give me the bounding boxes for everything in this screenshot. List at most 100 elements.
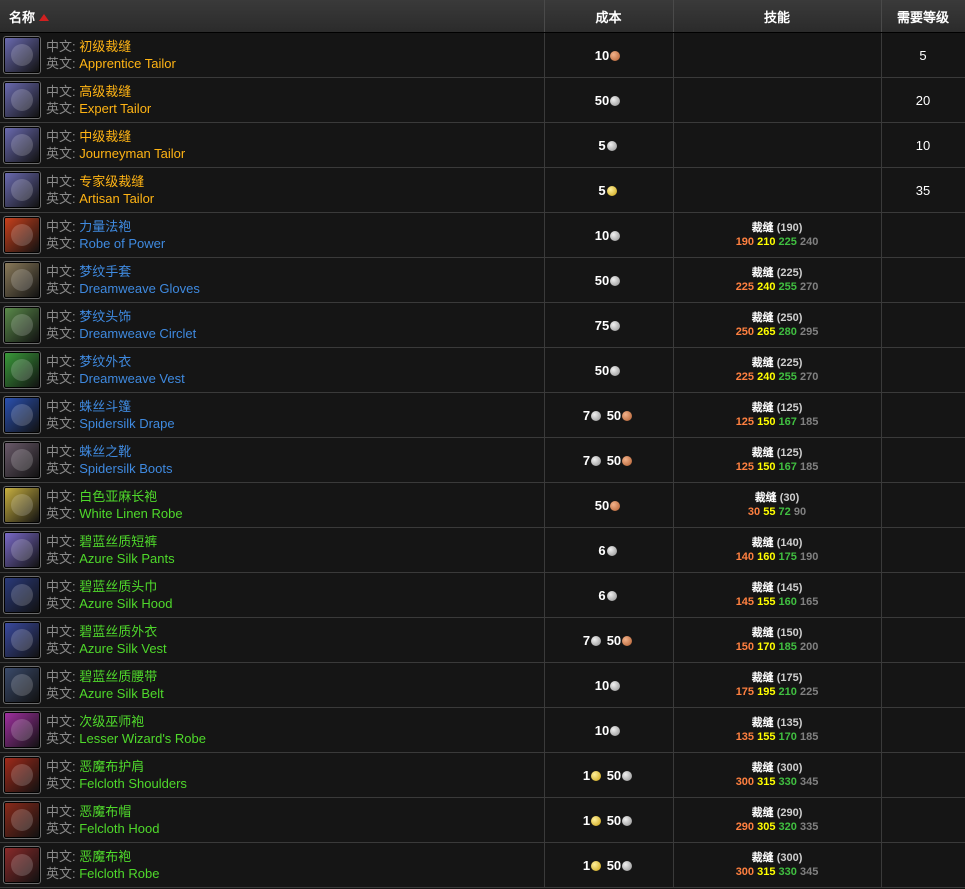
- table-row[interactable]: 中文: 碧蓝丝质短裤 英文: Azure Silk Pants 6 裁缝 (140) 1…: [0, 527, 965, 573]
- robe-icon[interactable]: [3, 711, 41, 749]
- skill-name[interactable]: 裁缝: [752, 672, 774, 684]
- item-name-cn[interactable]: 力量法袍: [79, 219, 131, 234]
- item-name-cn[interactable]: 蛛丝之靴: [79, 444, 131, 459]
- column-header-level[interactable]: 需要等级: [881, 0, 965, 33]
- skill-name[interactable]: 裁缝: [752, 312, 774, 324]
- hood-icon[interactable]: [3, 801, 41, 839]
- circlet-icon[interactable]: [3, 306, 41, 344]
- boots-icon[interactable]: [3, 441, 41, 479]
- table-row[interactable]: 中文: 中级裁缝 英文: Journeyman Tailor 5 10: [0, 122, 965, 168]
- belt-icon[interactable]: [3, 666, 41, 704]
- item-name-en[interactable]: Lesser Wizard's Robe: [79, 731, 206, 746]
- skill-name[interactable]: 裁缝: [752, 447, 774, 459]
- column-header-skill[interactable]: 技能: [673, 0, 882, 33]
- shoulders-icon[interactable]: [3, 756, 41, 794]
- gloves-icon[interactable]: [3, 261, 41, 299]
- item-name-cn[interactable]: 碧蓝丝质短裤: [79, 534, 157, 549]
- item-name-en[interactable]: Dreamweave Vest: [79, 371, 185, 386]
- table-row[interactable]: 中文: 梦纹外衣 英文: Dreamweave Vest 50 裁缝 (225) 225…: [0, 347, 965, 393]
- name-cell-content: 中文: 碧蓝丝质头巾 英文: Azure Silk Hood: [0, 576, 544, 614]
- skill-name[interactable]: 裁缝: [752, 357, 774, 369]
- table-row[interactable]: 中文: 蛛丝斗篷 英文: Spidersilk Drape 7 50 裁缝 (125)…: [0, 392, 965, 438]
- table-row[interactable]: 中文: 初级裁缝 英文: Apprentice Tailor 10 5: [0, 32, 965, 78]
- item-name-en[interactable]: Spidersilk Drape: [79, 416, 174, 431]
- robe-icon[interactable]: [3, 846, 41, 884]
- hood-icon[interactable]: [3, 576, 41, 614]
- item-name-cn[interactable]: 恶魔布袍: [79, 849, 131, 864]
- table-row[interactable]: 中文: 碧蓝丝质头巾 英文: Azure Silk Hood 6 裁缝 (145) 14…: [0, 572, 965, 618]
- item-name-cn[interactable]: 中级裁缝: [79, 129, 131, 144]
- item-name-cn[interactable]: 白色亚麻长袍: [79, 489, 157, 504]
- item-name-cn[interactable]: 恶魔布帽: [79, 804, 131, 819]
- item-name-cn[interactable]: 碧蓝丝质外衣: [79, 624, 157, 639]
- item-name-en[interactable]: Apprentice Tailor: [79, 56, 176, 71]
- table-row[interactable]: 中文: 恶魔布护肩 英文: Felcloth Shoulders 1 50 裁缝 (3…: [0, 752, 965, 798]
- pants-icon[interactable]: [3, 531, 41, 569]
- skill-name[interactable]: 裁缝: [752, 582, 774, 594]
- item-name-en[interactable]: White Linen Robe: [79, 506, 182, 521]
- item-name-cn[interactable]: 高级裁缝: [79, 84, 131, 99]
- item-name-en[interactable]: Felcloth Hood: [79, 821, 159, 836]
- item-name-en[interactable]: Azure Silk Vest: [79, 641, 166, 656]
- column-header-name[interactable]: 名称: [0, 0, 545, 33]
- item-name-en[interactable]: Felcloth Shoulders: [79, 776, 187, 791]
- cloak-icon[interactable]: [3, 396, 41, 434]
- item-name-cn[interactable]: 恶魔布护肩: [79, 759, 144, 774]
- skill-name[interactable]: 裁缝: [752, 807, 774, 819]
- thread-spool-icon[interactable]: [3, 171, 41, 209]
- item-name-cn[interactable]: 专家级裁缝: [79, 174, 144, 189]
- item-name-en[interactable]: Artisan Tailor: [79, 191, 154, 206]
- sort-ascending-icon[interactable]: [39, 13, 50, 21]
- item-names: 中文: 碧蓝丝质头巾 英文: Azure Silk Hood: [46, 578, 172, 612]
- item-name-en[interactable]: Expert Tailor: [79, 101, 151, 116]
- skill-name[interactable]: 裁缝: [752, 852, 774, 864]
- item-name-cn[interactable]: 初级裁缝: [79, 39, 131, 54]
- table-row[interactable]: 中文: 恶魔布袍 英文: Felcloth Robe 1 50 裁缝 (300) 300…: [0, 842, 965, 888]
- table-row[interactable]: 中文: 梦纹头饰 英文: Dreamweave Circlet 75 裁缝 (250)…: [0, 302, 965, 348]
- skill-name[interactable]: 裁缝: [752, 222, 774, 234]
- item-name-en[interactable]: Felcloth Robe: [79, 866, 159, 881]
- skill-name[interactable]: 裁缝: [752, 267, 774, 279]
- skill-name[interactable]: 裁缝: [752, 537, 774, 549]
- item-name-cn[interactable]: 次级巫师袍: [79, 714, 144, 729]
- table-row[interactable]: 中文: 恶魔布帽 英文: Felcloth Hood 1 50 裁缝 (290) 290…: [0, 797, 965, 843]
- skill-level-1: 300: [735, 776, 755, 788]
- item-name-cn[interactable]: 碧蓝丝质头巾: [79, 579, 157, 594]
- skill-name[interactable]: 裁缝: [752, 627, 774, 639]
- item-name-en[interactable]: Azure Silk Pants: [79, 551, 174, 566]
- item-name-en[interactable]: Azure Silk Hood: [79, 596, 172, 611]
- table-row[interactable]: 中文: 白色亚麻长袍 英文: White Linen Robe 50 裁缝 (30) 3…: [0, 482, 965, 528]
- skill-name[interactable]: 裁缝: [755, 492, 777, 504]
- vest-icon[interactable]: [3, 621, 41, 659]
- skill-name[interactable]: 裁缝: [752, 762, 774, 774]
- robe-icon[interactable]: [3, 216, 41, 254]
- thread-spool-icon[interactable]: [3, 81, 41, 119]
- table-row[interactable]: 中文: 碧蓝丝质外衣 英文: Azure Silk Vest 7 50 裁缝 (150…: [0, 617, 965, 663]
- robe-icon[interactable]: [3, 486, 41, 524]
- table-row[interactable]: 中文: 次级巫师袍 英文: Lesser Wizard's Robe 10 裁缝 (1…: [0, 707, 965, 753]
- column-header-cost[interactable]: 成本: [544, 0, 674, 33]
- table-row[interactable]: 中文: 高级裁缝 英文: Expert Tailor 50 20: [0, 77, 965, 123]
- item-name-cn[interactable]: 梦纹头饰: [79, 309, 131, 324]
- table-row[interactable]: 中文: 专家级裁缝 英文: Artisan Tailor 5 35: [0, 167, 965, 213]
- vest-icon[interactable]: [3, 351, 41, 389]
- item-name-en[interactable]: Robe of Power: [79, 236, 165, 251]
- item-name-en[interactable]: Spidersilk Boots: [79, 461, 172, 476]
- item-name-cn[interactable]: 梦纹外衣: [79, 354, 131, 369]
- table-row[interactable]: 中文: 梦纹手套 英文: Dreamweave Gloves 50 裁缝 (225) 2…: [0, 257, 965, 303]
- item-name-en[interactable]: Journeyman Tailor: [79, 146, 185, 161]
- item-name-en[interactable]: Dreamweave Circlet: [79, 326, 196, 341]
- item-name-cn[interactable]: 蛛丝斗篷: [79, 399, 131, 414]
- table-row[interactable]: 中文: 碧蓝丝质腰带 英文: Azure Silk Belt 10 裁缝 (175) 1…: [0, 662, 965, 708]
- skill-name[interactable]: 裁缝: [752, 402, 774, 414]
- cost-amount: 6: [598, 542, 606, 558]
- item-name-cn[interactable]: 碧蓝丝质腰带: [79, 669, 157, 684]
- thread-spool-icon[interactable]: [3, 126, 41, 164]
- item-name-en[interactable]: Dreamweave Gloves: [79, 281, 200, 296]
- skill-name[interactable]: 裁缝: [752, 717, 774, 729]
- table-row[interactable]: 中文: 蛛丝之靴 英文: Spidersilk Boots 7 50 裁缝 (125)…: [0, 437, 965, 483]
- item-name-en[interactable]: Azure Silk Belt: [79, 686, 164, 701]
- thread-spool-icon[interactable]: [3, 36, 41, 74]
- item-name-cn[interactable]: 梦纹手套: [79, 264, 131, 279]
- table-row[interactable]: 中文: 力量法袍 英文: Robe of Power 10 裁缝 (190) 190 2…: [0, 212, 965, 258]
